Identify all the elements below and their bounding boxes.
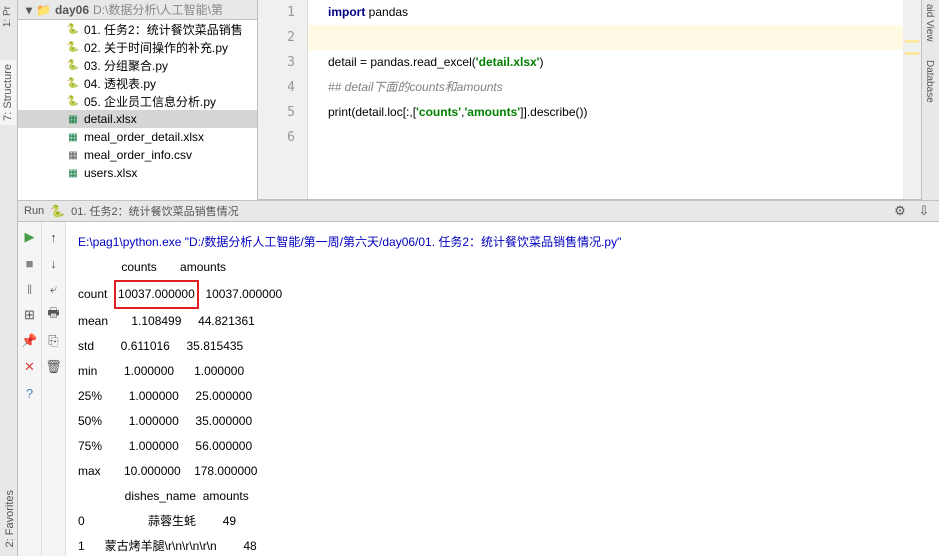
- aidview-tab[interactable]: aid View: [922, 0, 937, 46]
- stats-row: count 10037.000000 10037.000000: [78, 280, 927, 309]
- file-name: 05. 企业员工信息分析.py: [84, 93, 216, 110]
- project-root-name: day06: [55, 3, 89, 17]
- file-item[interactable]: ▦ meal_order_info.csv: [18, 146, 257, 164]
- file-name: meal_order_detail.xlsx: [84, 130, 204, 144]
- pin-icon[interactable]: 📌: [21, 332, 39, 350]
- folder-icon: 📁: [36, 3, 51, 17]
- marker-icon: [905, 52, 919, 55]
- line-number: 4: [258, 75, 307, 100]
- stats-row: 75% 1.000000 56.000000: [78, 434, 927, 459]
- code-line[interactable]: [308, 25, 921, 50]
- code-line[interactable]: detail = pandas.read_excel('detail.xlsx'…: [328, 50, 901, 75]
- project-tree: 🐍 01. 任务2：统计餐饮菜品销售 🐍 02. 关于时间操作的补充.py 🐍 03. 分…: [18, 20, 257, 182]
- py-icon: 🐍: [66, 58, 80, 72]
- down-icon[interactable]: ↓: [45, 254, 63, 272]
- editor-gutter: 123456: [258, 0, 308, 199]
- file-name: users.xlsx: [84, 166, 137, 180]
- help-icon[interactable]: ?: [21, 384, 39, 402]
- stats-row: std 0.611016 35.815435: [78, 334, 927, 359]
- file-name: 04. 透视表.py: [84, 75, 156, 92]
- file-name: 02. 关于时间操作的补充.py: [84, 39, 228, 56]
- left-sidebar: 1: Pr 7: Structure 2: Favorites: [0, 0, 18, 556]
- project-tab[interactable]: 1: Pr: [0, 4, 18, 29]
- file-name: 03. 分组聚合.py: [84, 57, 168, 74]
- line-number: 2: [258, 25, 307, 50]
- line-number: 5: [258, 100, 307, 125]
- chevron-down-icon: ▾: [26, 3, 32, 17]
- file-item[interactable]: ▦ meal_order_detail.xlsx: [18, 128, 257, 146]
- run-panel: Run 🐍 01. 任务2：统计餐饮菜品销售情况 ⚙ ⇩ ▶ ■ ‖ ⊞ 📌 ✕…: [18, 200, 939, 556]
- file-item[interactable]: 🐍 05. 企业员工信息分析.py: [18, 92, 257, 110]
- structure-tab[interactable]: 7: Structure: [0, 60, 16, 125]
- xlsx-icon: ▦: [66, 112, 80, 126]
- stats-row: mean 1.108499 44.821361: [78, 309, 927, 334]
- project-root-path: D:\数据分析\人工智能\第: [93, 1, 223, 18]
- trash-icon[interactable]: 🗑: [45, 358, 63, 376]
- play-icon[interactable]: ▶: [21, 228, 39, 246]
- line-number: 6: [258, 125, 307, 150]
- file-name: meal_order_info.csv: [84, 148, 192, 162]
- project-panel: ▾ 📁 day06 D:\数据分析\人工智能\第 🐍 01. 任务2：统计餐饮菜品…: [18, 0, 258, 200]
- right-sidebar: aid View Database: [921, 0, 939, 200]
- download-icon[interactable]: ⇩: [915, 202, 933, 220]
- file-item[interactable]: ▦ users.xlsx: [18, 164, 257, 182]
- run-header: Run 🐍 01. 任务2：统计餐饮菜品销售情况 ⚙ ⇩: [18, 200, 939, 222]
- run-output[interactable]: E:\pag1\python.exe "D:/数据分析人工智能/第一周/第六天/…: [66, 222, 939, 556]
- editor-panel: 123456 import pandas detail = pandas.read…: [258, 0, 921, 200]
- file-name: 01. 任务2：统计餐饮菜品销售: [84, 21, 243, 38]
- exec-path: E:\pag1\python.exe "D:/数据分析人工智能/第一周/第六天/…: [78, 230, 927, 255]
- py-icon: 🐍: [66, 94, 80, 108]
- dishes-row: 1 蒙古烤羊腿\r\n\r\n\r\n 48: [78, 534, 927, 556]
- line-number: 1: [258, 0, 307, 25]
- run-label: Run: [24, 205, 44, 217]
- highlighted-value: 10037.000000: [114, 280, 199, 309]
- up-icon[interactable]: ↑: [45, 228, 63, 246]
- stats-row: min 1.000000 1.000000: [78, 359, 927, 384]
- xlsx-icon: ▦: [66, 166, 80, 180]
- file-name: detail.xlsx: [84, 112, 137, 126]
- code-line[interactable]: [328, 125, 901, 150]
- code-line[interactable]: import pandas: [328, 0, 901, 25]
- database-tab[interactable]: Database: [922, 56, 937, 107]
- stats-row: 50% 1.000000 35.000000: [78, 409, 927, 434]
- dishes-row: 0 蒜蓉生蚝 49: [78, 509, 927, 534]
- xlsx-icon: ▦: [66, 130, 80, 144]
- code-line[interactable]: print(detail.loc[:,['counts','amounts']]…: [328, 100, 901, 125]
- stats-row: 25% 1.000000 25.000000: [78, 384, 927, 409]
- py-icon: 🐍: [66, 22, 80, 36]
- wrap-icon[interactable]: ⤶: [45, 280, 63, 298]
- run-config-name[interactable]: 01. 任务2：统计餐饮菜品销售情况: [71, 203, 238, 219]
- py-icon: 🐍: [66, 40, 80, 54]
- stats-header: counts amounts: [78, 255, 927, 280]
- code-area[interactable]: import pandas detail = pandas.read_excel(…: [308, 0, 901, 199]
- dishes-header: dishes_name amounts: [78, 484, 927, 509]
- project-root[interactable]: ▾ 📁 day06 D:\数据分析\人工智能\第: [18, 0, 257, 20]
- run-toolbar-1: ▶ ■ ‖ ⊞ 📌 ✕ ?: [18, 222, 42, 556]
- csv-icon: ▦: [66, 148, 80, 162]
- export-icon[interactable]: ⎘: [45, 332, 63, 350]
- file-item[interactable]: 🐍 04. 透视表.py: [18, 74, 257, 92]
- file-item[interactable]: ▦ detail.xlsx: [18, 110, 257, 128]
- gear-icon[interactable]: ⚙: [891, 202, 909, 220]
- code-line[interactable]: ## detail下面的counts和amounts: [328, 75, 901, 100]
- stats-row: max 10.000000 178.000000: [78, 459, 927, 484]
- py-icon: 🐍: [66, 76, 80, 90]
- marker-icon: [905, 40, 919, 43]
- file-item[interactable]: 🐍 03. 分组聚合.py: [18, 56, 257, 74]
- layout-icon[interactable]: ⊞: [21, 306, 39, 324]
- stop-icon[interactable]: ■: [21, 254, 39, 272]
- pause-icon[interactable]: ‖: [21, 280, 39, 298]
- close-icon[interactable]: ✕: [21, 358, 39, 376]
- line-number: 3: [258, 50, 307, 75]
- run-toolbar-2: ↑ ↓ ⤶ 🖶 ⎘ 🗑: [42, 222, 66, 556]
- favorites-tab[interactable]: 2: Favorites: [2, 486, 18, 551]
- print-icon[interactable]: 🖶: [45, 306, 63, 324]
- file-item[interactable]: 🐍 02. 关于时间操作的补充.py: [18, 38, 257, 56]
- file-item[interactable]: 🐍 01. 任务2：统计餐饮菜品销售: [18, 20, 257, 38]
- python-icon: 🐍: [50, 204, 65, 218]
- editor-scrollbar[interactable]: [903, 0, 921, 199]
